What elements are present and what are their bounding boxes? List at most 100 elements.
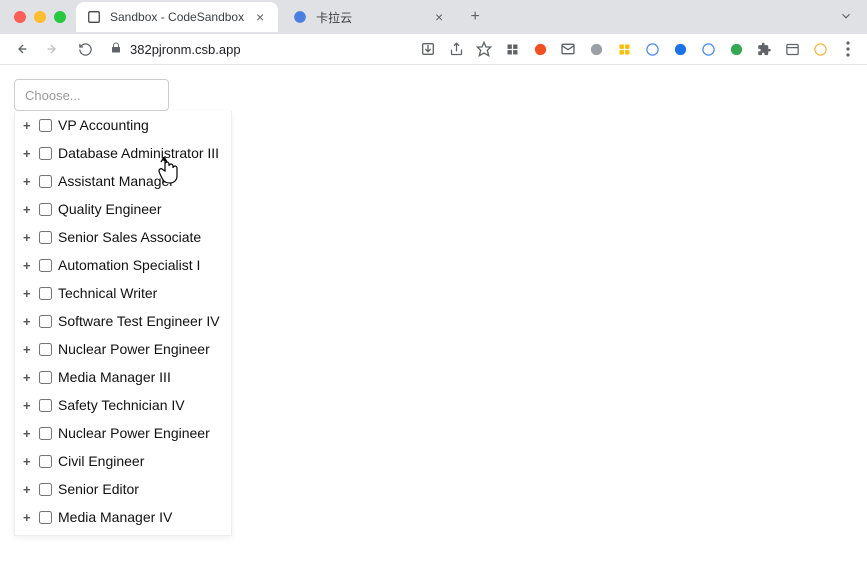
page-content: + VP Accounting +Database Administrator II… — [0, 65, 867, 550]
option-label: Senior Editor — [58, 481, 223, 497]
expand-icon[interactable]: + — [23, 510, 33, 525]
expand-icon[interactable]: + — [23, 230, 33, 245]
star-icon[interactable] — [475, 40, 493, 58]
expand-icon[interactable]: + — [23, 370, 33, 385]
option-checkbox[interactable] — [39, 315, 52, 328]
dropdown-option[interactable]: + Senior Editor — [15, 475, 231, 503]
option-label: Safety Technician IV — [58, 397, 223, 413]
dropdown-option[interactable]: + Nuclear Power Engineer — [15, 335, 231, 363]
window-controls — [8, 11, 76, 23]
option-checkbox[interactable] — [39, 175, 52, 188]
ext-icon[interactable] — [531, 40, 549, 58]
maximize-window-icon[interactable] — [54, 11, 66, 23]
browser-chrome: Sandbox - CodeSandbox × 卡拉云 × + — [0, 0, 867, 65]
menu-icon[interactable] — [839, 40, 857, 58]
mail-icon[interactable] — [559, 40, 577, 58]
expand-icon[interactable]: + — [23, 314, 33, 329]
expand-icon[interactable]: + — [23, 202, 33, 217]
ext-icon[interactable] — [727, 40, 745, 58]
forward-button[interactable] — [42, 38, 64, 60]
option-checkbox[interactable] — [39, 343, 52, 356]
expand-icon[interactable]: + — [23, 426, 33, 441]
option-label: Technical Writer — [58, 285, 223, 301]
option-checkbox[interactable] — [39, 455, 52, 468]
combobox[interactable] — [14, 79, 169, 111]
close-window-icon[interactable] — [14, 11, 26, 23]
window-icon[interactable] — [783, 40, 801, 58]
extensions-area — [419, 40, 857, 58]
option-checkbox[interactable] — [39, 399, 52, 412]
dropdown-option[interactable]: +Media Manager IV — [15, 503, 231, 531]
lock-icon — [110, 42, 122, 57]
option-checkbox[interactable] — [39, 147, 52, 160]
reload-button[interactable] — [74, 38, 96, 60]
dropdown-option[interactable]: +Automation Specialist I — [15, 251, 231, 279]
expand-icon[interactable]: + — [23, 454, 33, 469]
dropdown-option[interactable]: + Civil Engineer — [15, 447, 231, 475]
close-tab-icon[interactable]: × — [431, 9, 447, 25]
back-button[interactable] — [10, 38, 32, 60]
expand-icon[interactable]: + — [23, 146, 33, 161]
ext-icon[interactable] — [643, 40, 661, 58]
dropdown-option[interactable]: + Safety Technician IV — [15, 391, 231, 419]
install-icon[interactable] — [419, 40, 437, 58]
option-checkbox[interactable] — [39, 203, 52, 216]
expand-icon[interactable]: + — [23, 342, 33, 357]
ext-icon[interactable] — [811, 40, 829, 58]
option-label: VP Accounting — [58, 117, 223, 133]
expand-icon[interactable]: + — [23, 174, 33, 189]
option-label: Civil Engineer — [58, 453, 223, 469]
dropdown-option[interactable]: + Media Manager III — [15, 363, 231, 391]
dropdown-option[interactable]: +Senior Sales Associate — [15, 223, 231, 251]
expand-icon[interactable]: + — [23, 258, 33, 273]
site-icon — [292, 9, 308, 25]
expand-icon[interactable]: + — [23, 118, 33, 133]
option-checkbox[interactable] — [39, 119, 52, 132]
codesandbox-icon — [86, 9, 102, 25]
option-checkbox[interactable] — [39, 231, 52, 244]
browser-tab-active[interactable]: Sandbox - CodeSandbox × — [76, 2, 278, 32]
expand-icon[interactable]: + — [23, 482, 33, 497]
browser-tab-inactive[interactable]: 卡拉云 × — [282, 2, 457, 32]
combobox-input[interactable] — [15, 80, 168, 110]
dropdown-option[interactable]: + Assistant Manager — [15, 167, 231, 195]
ext-icon[interactable] — [503, 40, 521, 58]
tab-title: 卡拉云 — [316, 9, 423, 26]
close-tab-icon[interactable]: × — [252, 9, 268, 25]
option-checkbox[interactable] — [39, 287, 52, 300]
dropdown-option[interactable]: + Quality Engineer — [15, 195, 231, 223]
option-checkbox[interactable] — [39, 371, 52, 384]
share-icon[interactable] — [447, 40, 465, 58]
expand-icon[interactable]: + — [23, 286, 33, 301]
ext-icon[interactable] — [699, 40, 717, 58]
ext-icon[interactable] — [671, 40, 689, 58]
new-tab-button[interactable]: + — [461, 3, 489, 31]
tab-overflow-button[interactable] — [833, 9, 859, 26]
minimize-window-icon[interactable] — [34, 11, 46, 23]
option-label: Software Test Engineer IV — [58, 313, 223, 329]
dropdown-list: + VP Accounting +Database Administrator II… — [14, 111, 232, 536]
option-label: Nuclear Power Engineer — [58, 425, 223, 441]
option-label: Media Manager III — [58, 369, 223, 385]
dropdown-option[interactable]: +Database Administrator III — [15, 139, 231, 167]
ext-icon[interactable] — [615, 40, 633, 58]
option-label: Quality Engineer — [58, 201, 223, 217]
dropdown-option[interactable]: + Software Test Engineer IV — [15, 307, 231, 335]
option-checkbox[interactable] — [39, 483, 52, 496]
tab-strip: Sandbox - CodeSandbox × 卡拉云 × + — [0, 0, 867, 34]
ext-icon[interactable] — [587, 40, 605, 58]
address-bar[interactable]: 382pjronm.csb.app — [106, 42, 241, 57]
dropdown-option[interactable]: + Nuclear Power Engineer — [15, 419, 231, 447]
option-label: Nuclear Power Engineer — [58, 341, 223, 357]
option-checkbox[interactable] — [39, 427, 52, 440]
dropdown-option[interactable]: + Technical Writer — [15, 279, 231, 307]
option-checkbox[interactable] — [39, 511, 52, 524]
tab-title: Sandbox - CodeSandbox — [110, 10, 244, 24]
expand-icon[interactable]: + — [23, 398, 33, 413]
dropdown-option[interactable]: + VP Accounting — [15, 111, 231, 139]
toolbar: 382pjronm.csb.app — [0, 34, 867, 64]
option-label: Assistant Manager — [58, 173, 223, 189]
url-text: 382pjronm.csb.app — [130, 42, 241, 57]
option-checkbox[interactable] — [39, 259, 52, 272]
puzzle-icon[interactable] — [755, 40, 773, 58]
